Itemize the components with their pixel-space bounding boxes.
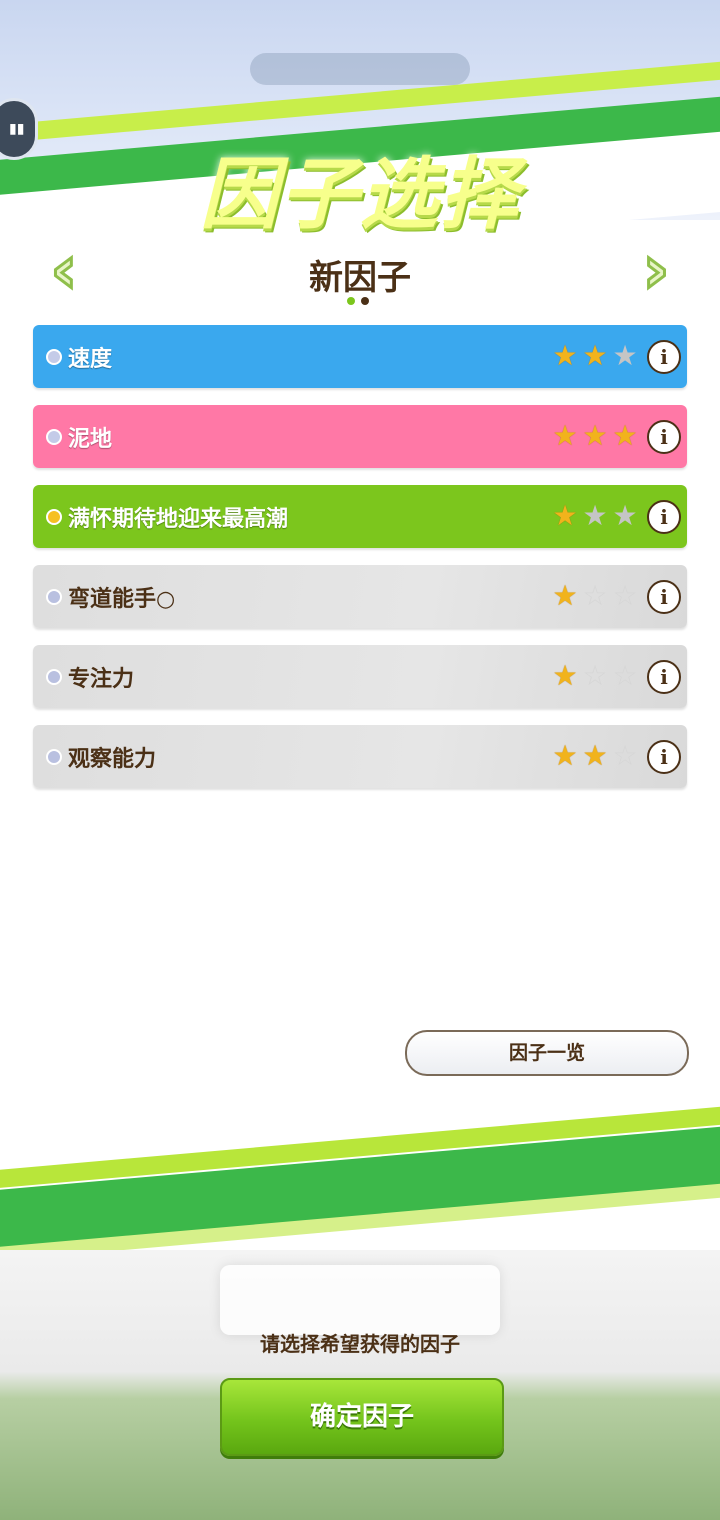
factor-star-rating: ★ ★ ☆ (551, 739, 639, 773)
info-icon[interactable]: i (647, 740, 681, 774)
factor-star-rating: ★ ★ ★ (551, 339, 639, 373)
factor-row[interactable]: 泥地 ★ ★ ★ i (33, 405, 687, 468)
star-icon: ★ (612, 499, 638, 532)
page-indicator (347, 297, 369, 305)
factor-star-rating: ★ ☆ ☆ (551, 659, 639, 693)
factor-name: 专注力 (68, 666, 135, 692)
info-icon[interactable]: i (647, 340, 681, 374)
star-icon: ★ (552, 659, 578, 692)
page-dot (347, 297, 355, 305)
page-subtitle: 新因子 (309, 258, 411, 298)
factor-star-rating: ★ ★ ★ (551, 419, 639, 453)
factor-name: 泥地 (68, 426, 113, 452)
factor-bullet-icon (46, 348, 62, 365)
factor-list-button[interactable]: 因子一览 (405, 1030, 689, 1076)
page-title: 因子选择 (199, 150, 520, 240)
star-icon: ★ (582, 419, 608, 452)
factor-bullet-icon (46, 668, 62, 685)
status-pill (250, 53, 470, 85)
factor-bullet-icon (46, 588, 62, 605)
info-icon[interactable]: i (647, 420, 681, 454)
factor-list: 速度 ★ ★ ★ i 泥地 ★ ★ ★ i 满怀期待地迎来最高潮 ★ ★ ★ i 弯道能手○ ★ ☆ ☆ i 专注力 ★ ☆… (33, 325, 687, 805)
star-icon: ☆ (582, 579, 608, 612)
info-icon[interactable]: i (647, 500, 681, 534)
selection-hint: 请选择希望获得的因子 (260, 1332, 460, 1356)
star-icon: ☆ (582, 659, 608, 692)
factor-star-rating: ★ ★ ★ (551, 499, 639, 533)
pause-icon: ▮▮ (9, 121, 25, 137)
side-menu-button[interactable]: ▮▮ (0, 98, 38, 160)
factor-row[interactable]: 观察能力 ★ ★ ☆ i (33, 725, 687, 788)
star-icon: ★ (582, 339, 608, 372)
info-icon[interactable]: i (647, 580, 681, 614)
star-icon: ★ (552, 579, 578, 612)
star-icon: ★ (612, 419, 638, 452)
info-icon[interactable]: i (647, 660, 681, 694)
next-page-arrow-icon[interactable]: › (636, 235, 676, 304)
star-icon: ☆ (612, 659, 638, 692)
star-icon: ☆ (612, 739, 638, 772)
star-icon: ★ (582, 499, 608, 532)
prev-page-arrow-icon[interactable]: ‹ (44, 235, 84, 304)
factor-name: 弯道能手○ (68, 586, 176, 612)
factor-bullet-icon (46, 508, 62, 525)
factor-row[interactable]: 满怀期待地迎来最高潮 ★ ★ ★ i (33, 485, 687, 548)
confirm-factor-button[interactable]: 确定因子 (220, 1378, 504, 1456)
star-icon: ☆ (612, 579, 638, 612)
factor-bullet-icon (46, 428, 62, 445)
factor-star-rating: ★ ☆ ☆ (551, 579, 639, 613)
factor-name: 观察能力 (68, 746, 157, 772)
star-icon: ★ (552, 739, 578, 772)
page-dot (361, 297, 369, 305)
factor-name: 满怀期待地迎来最高潮 (68, 506, 289, 532)
factor-name: 速度 (68, 346, 113, 372)
blurred-panel (220, 1265, 500, 1335)
factor-row[interactable]: 弯道能手○ ★ ☆ ☆ i (33, 565, 687, 628)
factor-row[interactable]: 速度 ★ ★ ★ i (33, 325, 687, 388)
star-icon: ★ (552, 499, 578, 532)
factor-row[interactable]: 专注力 ★ ☆ ☆ i (33, 645, 687, 708)
star-icon: ★ (552, 419, 578, 452)
star-icon: ★ (582, 739, 608, 772)
star-icon: ★ (612, 339, 638, 372)
star-icon: ★ (552, 339, 578, 372)
factor-bullet-icon (46, 748, 62, 765)
